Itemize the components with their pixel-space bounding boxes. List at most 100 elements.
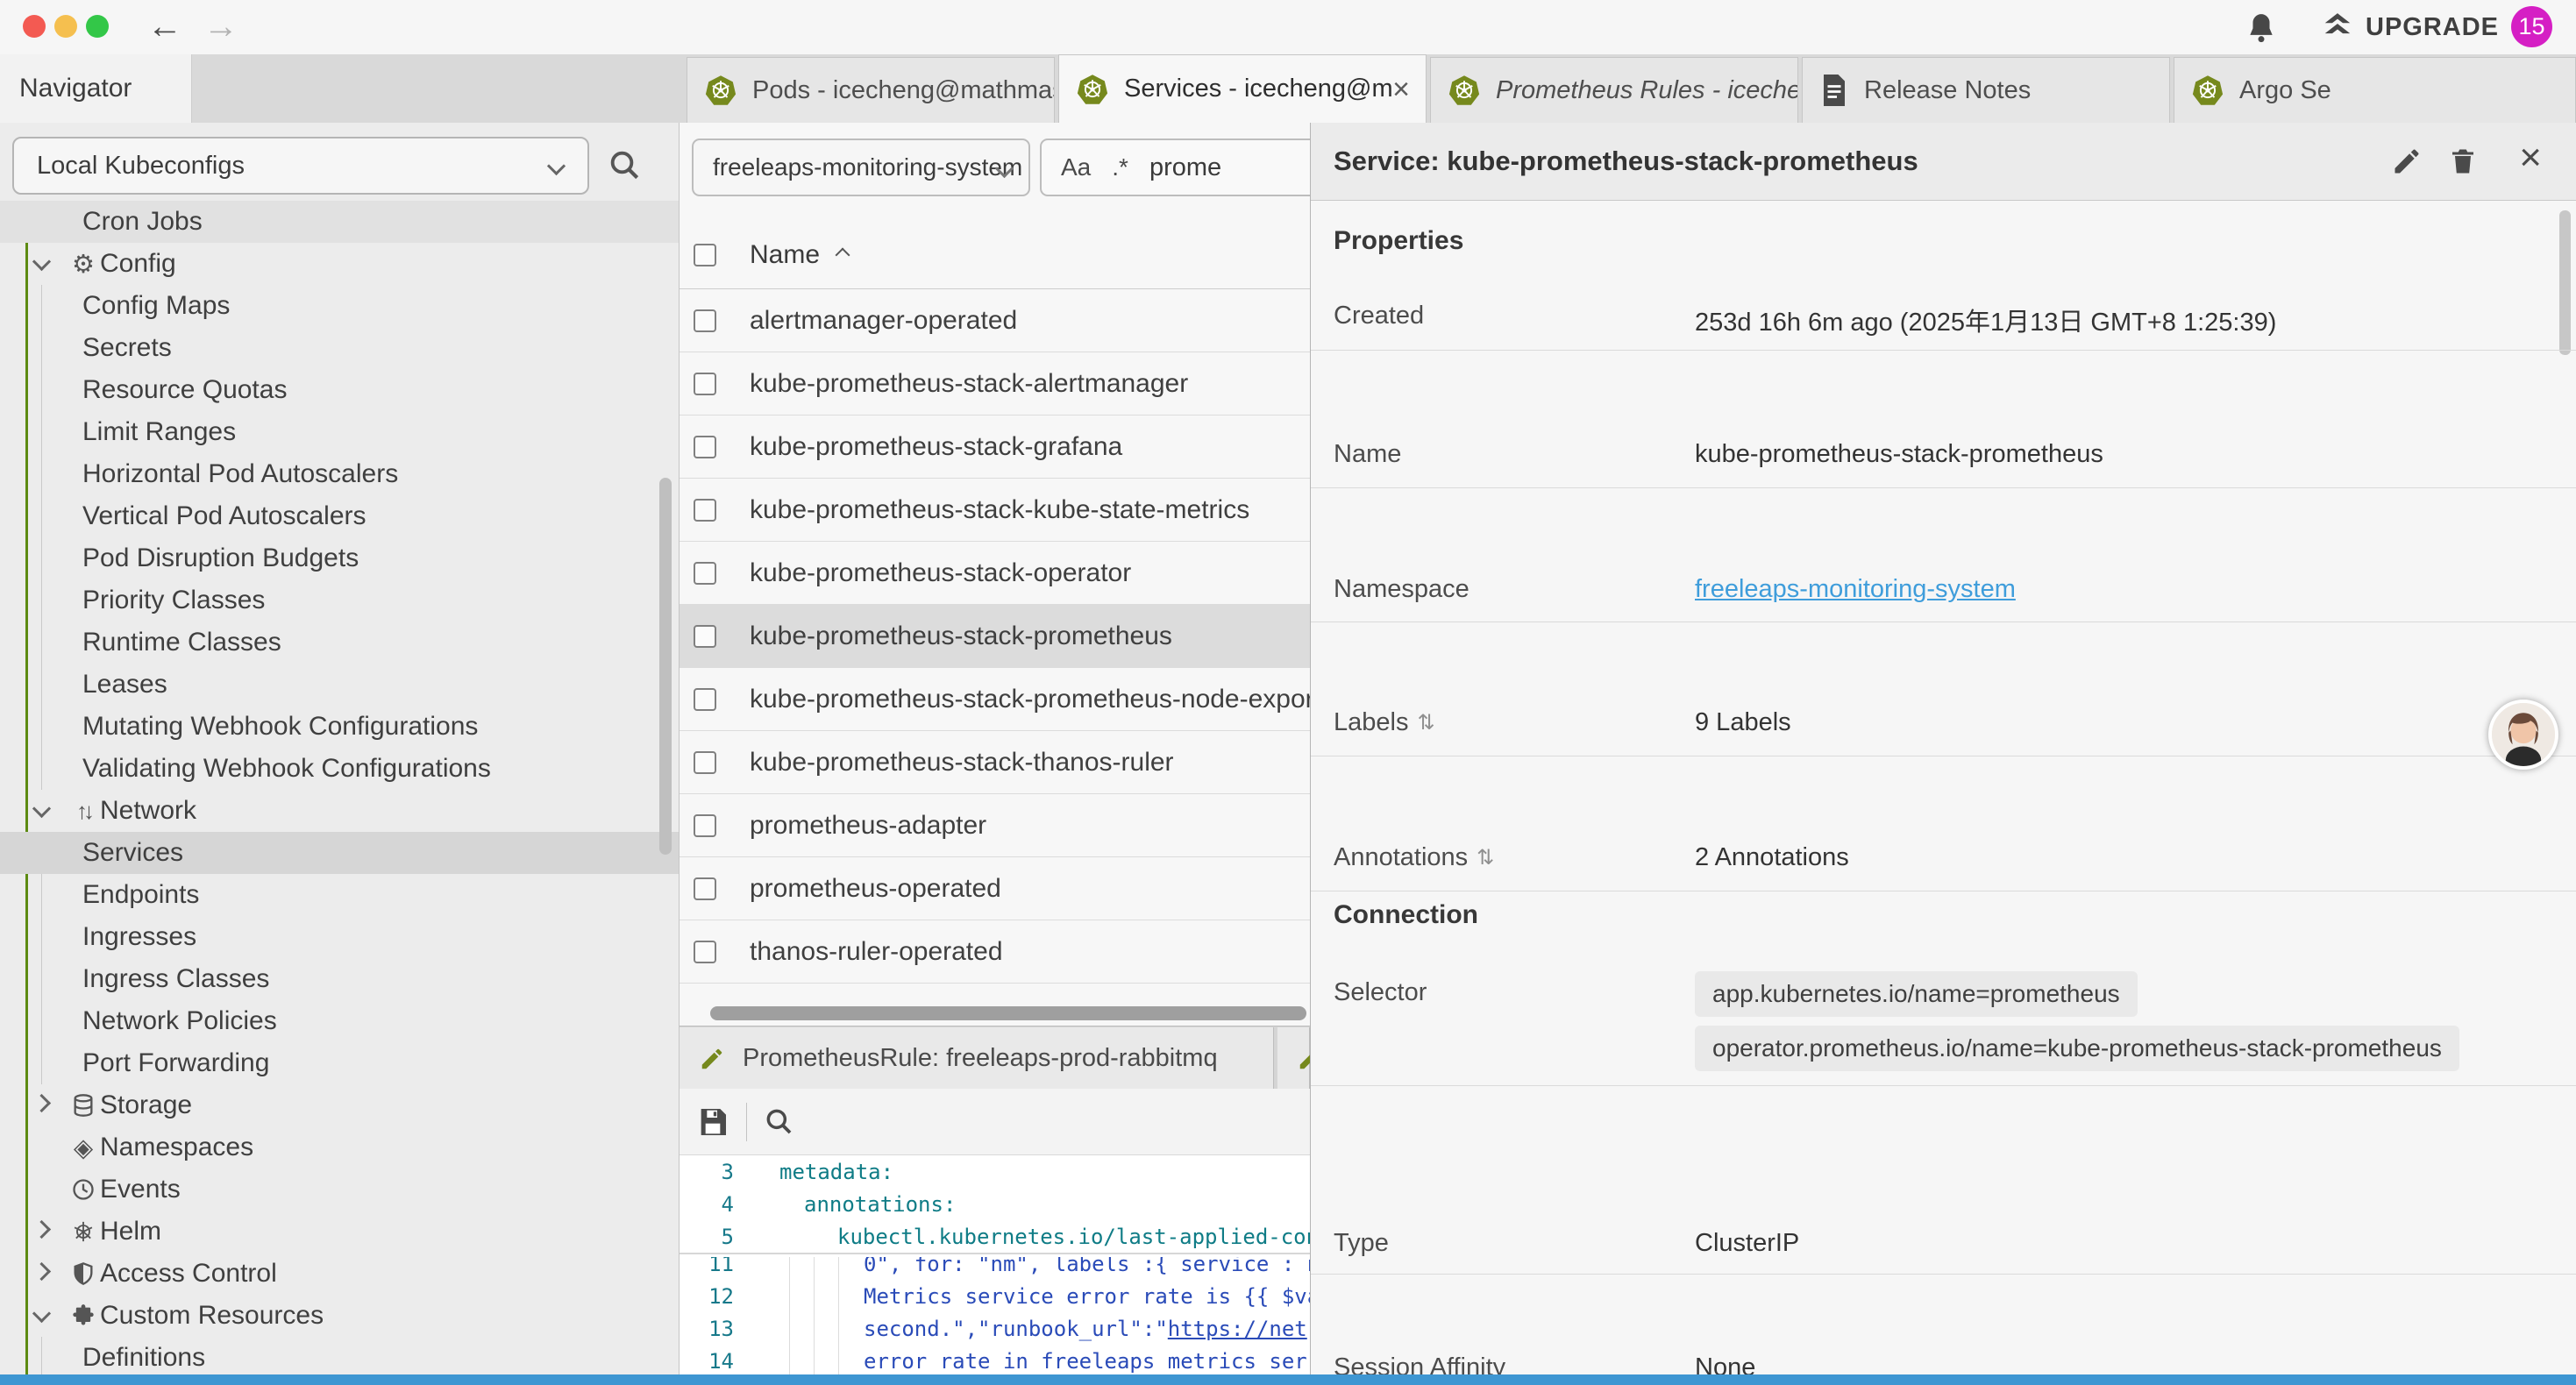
back-arrow-icon[interactable]: ← — [147, 6, 182, 46]
property-row-labels: Labels⇅ 9 Labels — [1311, 689, 2576, 756]
table-row[interactable]: kube-prometheus-stack-alertmanager — [680, 352, 1310, 416]
sidebar-item-horizontal-pod-autoscalers[interactable]: Horizontal Pod Autoscalers — [0, 453, 680, 495]
sidebar-item-limit-ranges[interactable]: Limit Ranges — [0, 411, 680, 453]
close-icon[interactable]: × — [2519, 142, 2542, 174]
row-checkbox[interactable] — [694, 499, 716, 522]
tab-argo[interactable]: Argo Se — [2174, 57, 2576, 123]
table-row-selected[interactable]: kube-prometheus-stack-prometheus — [680, 605, 1310, 668]
sidebar-item-services[interactable]: Services — [0, 832, 680, 874]
sidebar-item-endpoints[interactable]: Endpoints — [0, 874, 680, 916]
row-checkbox[interactable] — [694, 877, 716, 900]
match-case-toggle[interactable]: Aa — [1061, 153, 1091, 181]
runbook-url-link[interactable]: https://net — [1168, 1317, 1307, 1341]
tab-close-icon[interactable]: × — [1392, 76, 1410, 103]
sidebar-item-validating-webhook-configurations[interactable]: Validating Webhook Configurations — [0, 748, 680, 790]
table-row[interactable]: prometheus-operated — [680, 857, 1310, 920]
traffic-light-zoom[interactable] — [86, 15, 109, 38]
tab-pods[interactable]: Pods - icecheng@mathmas... — [687, 57, 1055, 123]
sidebar-item-resource-quotas[interactable]: Resource Quotas — [0, 369, 680, 411]
sidebar-search-icon[interactable] — [607, 147, 644, 184]
sidebar-scrollbar[interactable] — [659, 478, 672, 855]
table-row[interactable]: kube-prometheus-stack-thanos-ruler — [680, 731, 1310, 794]
sidebar-item-ingress-classes[interactable]: Ingress Classes — [0, 958, 680, 1000]
sidebar-item-leases[interactable]: Leases — [0, 664, 680, 706]
sidebar-group-access-control[interactable]: Access Control — [0, 1253, 680, 1295]
chevron-right-icon[interactable] — [35, 1265, 67, 1282]
row-checkbox[interactable] — [694, 814, 716, 837]
sidebar-item-port-forwarding[interactable]: Port Forwarding — [0, 1042, 680, 1084]
sidebar-item-mutating-webhook-configurations[interactable]: Mutating Webhook Configurations — [0, 706, 680, 748]
yaml-editor[interactable]: 3metadata: 4annotations: 5kubectl.kubern… — [680, 1155, 1310, 1374]
editor-tab-partial[interactable] — [1277, 1027, 1310, 1090]
sidebar-item-secrets[interactable]: Secrets — [0, 327, 680, 369]
sidebar-item-definitions[interactable]: Definitions — [0, 1337, 680, 1374]
sidebar-item-cron-jobs[interactable]: Cron Jobs — [0, 201, 680, 243]
row-checkbox[interactable] — [694, 373, 716, 395]
sidebar-item-priority-classes[interactable]: Priority Classes — [0, 579, 680, 621]
sidebar-group-config[interactable]: ⚙Config — [0, 243, 680, 285]
table-row[interactable]: thanos-ruler-operated — [680, 920, 1310, 984]
chevron-right-icon[interactable] — [35, 1097, 67, 1114]
sidebar-item-runtime-classes[interactable]: Runtime Classes — [0, 621, 680, 664]
edit-icon[interactable] — [2391, 146, 2423, 177]
sidebar-group-storage[interactable]: Storage — [0, 1084, 680, 1126]
table-row[interactable]: kube-prometheus-stack-kube-state-metrics — [680, 479, 1310, 542]
row-checkbox[interactable] — [694, 941, 716, 963]
editor-tab-prometheusrule[interactable]: PrometheusRule: freeleaps-prod-rabbitmq — [680, 1027, 1274, 1090]
sidebar-item-namespaces[interactable]: ◈Namespaces — [0, 1126, 680, 1168]
row-checkbox[interactable] — [694, 688, 716, 711]
sidebar-item-pod-disruption-budgets[interactable]: Pod Disruption Budgets — [0, 537, 680, 579]
table-row[interactable]: alertmanager-operated — [680, 289, 1310, 352]
navigator-panel-tab[interactable]: Navigator — [0, 54, 192, 123]
sidebar-group-helm[interactable]: Helm — [0, 1211, 680, 1253]
row-checkbox[interactable] — [694, 625, 716, 648]
editor-search-icon[interactable] — [763, 1105, 796, 1139]
forward-arrow-icon[interactable]: → — [203, 6, 238, 46]
filter-input[interactable]: Aa .* prome — [1040, 138, 1310, 196]
row-checkbox[interactable] — [694, 436, 716, 458]
kubeconfig-select[interactable]: Local Kubeconfigs — [12, 137, 589, 195]
tab-release-notes[interactable]: Release Notes — [1802, 57, 2170, 123]
upgrade-label: UPGRADE — [2366, 13, 2499, 42]
sidebar-group-custom-resources[interactable]: Custom Resources — [0, 1295, 680, 1337]
table-row[interactable]: prometheus-adapter — [680, 794, 1310, 857]
traffic-light-close[interactable] — [23, 15, 46, 38]
row-checkbox[interactable] — [694, 562, 716, 585]
row-checkbox[interactable] — [694, 309, 716, 332]
bell-icon[interactable] — [2245, 11, 2278, 45]
chevron-down-icon[interactable] — [35, 802, 67, 820]
regex-toggle[interactable]: .* — [1112, 153, 1128, 181]
chevron-down-icon[interactable] — [35, 1307, 67, 1325]
sidebar-item-vertical-pod-autoscalers[interactable]: Vertical Pod Autoscalers — [0, 495, 680, 537]
table-row[interactable]: kube-prometheus-stack-grafana — [680, 416, 1310, 479]
services-list-panel: freeleaps-monitoring-system Aa .* prome … — [680, 123, 1310, 1374]
notification-badge[interactable]: 15 — [2511, 6, 2552, 47]
window-accent-bar — [0, 1374, 2576, 1385]
tab-services[interactable]: Services - icecheng@math... × — [1058, 54, 1427, 123]
sidebar-item-network-policies[interactable]: Network Policies — [0, 1000, 680, 1042]
upgrade-button[interactable]: UPGRADE — [2320, 11, 2499, 44]
tab-label: Pods - icecheng@mathmas... — [752, 76, 1054, 105]
traffic-light-minimize[interactable] — [54, 15, 77, 38]
sidebar-item-events[interactable]: Events — [0, 1168, 680, 1211]
chevron-down-icon[interactable] — [35, 255, 67, 273]
select-all-checkbox[interactable] — [694, 244, 716, 266]
tab-prometheus-rules[interactable]: Prometheus Rules - icecheng... — [1430, 57, 1798, 123]
avatar[interactable] — [2488, 700, 2558, 770]
sidebar-item-ingresses[interactable]: Ingresses — [0, 916, 680, 958]
expand-icon[interactable]: ⇅ — [1477, 845, 1494, 870]
table-row[interactable]: kube-prometheus-stack-prometheus-node-ex… — [680, 668, 1310, 731]
expand-icon[interactable]: ⇅ — [1417, 710, 1434, 735]
sidebar-item-config-maps[interactable]: Config Maps — [0, 285, 680, 327]
column-header-name[interactable]: Name — [750, 240, 820, 270]
table-header: Name — [680, 221, 1310, 289]
namespace-link[interactable]: freeleaps-monitoring-system — [1695, 575, 2016, 604]
namespace-select[interactable]: freeleaps-monitoring-system — [692, 138, 1030, 196]
sidebar-group-network[interactable]: ↑↓Network — [0, 790, 680, 832]
row-checkbox[interactable] — [694, 751, 716, 774]
table-row[interactable]: kube-prometheus-stack-operator — [680, 542, 1310, 605]
horizontal-scrollbar[interactable] — [710, 1006, 1306, 1020]
delete-icon[interactable] — [2447, 146, 2479, 177]
save-icon[interactable] — [695, 1104, 730, 1140]
chevron-right-icon[interactable] — [35, 1223, 67, 1240]
